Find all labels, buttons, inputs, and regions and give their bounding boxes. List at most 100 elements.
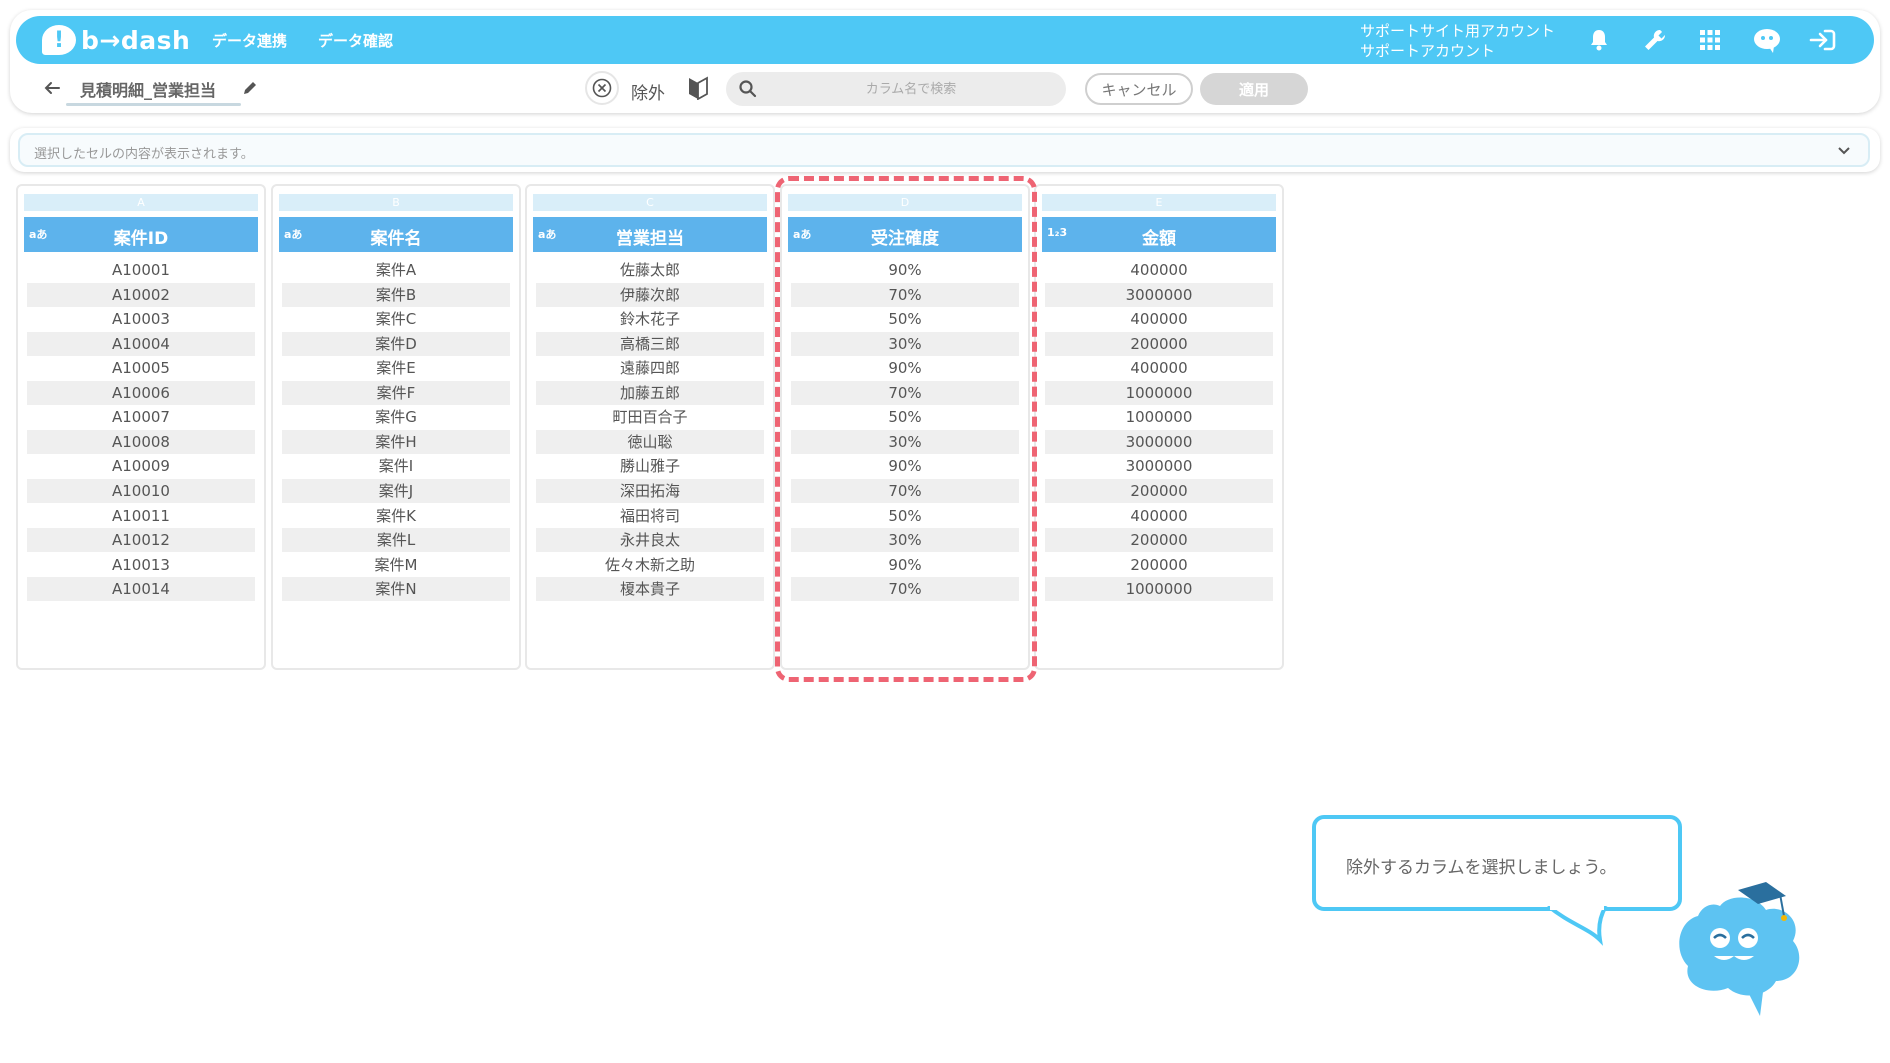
nav-data-integration[interactable]: データ連携 [212,30,287,51]
table-cell[interactable]: A10003 [27,307,255,331]
table-cell[interactable]: A10004 [27,332,255,356]
table-cell[interactable]: A10006 [27,381,255,405]
table-cell[interactable]: 70% [791,283,1019,307]
table-cell[interactable]: A10010 [27,479,255,503]
pencil-edit-icon[interactable] [238,76,262,100]
table-cell[interactable]: 50% [791,307,1019,331]
table-cell[interactable]: A10007 [27,405,255,429]
table-cell[interactable]: 30% [791,528,1019,552]
table-cell[interactable]: 深田拓海 [536,479,764,503]
nav-data-check[interactable]: データ確認 [318,30,393,51]
table-cell[interactable]: 伊藤次郎 [536,283,764,307]
column-letter[interactable]: E [1042,194,1276,211]
table-cell[interactable]: 90% [791,454,1019,478]
table-cell[interactable]: 案件A [282,258,510,282]
table-cell[interactable]: 榎本貴子 [536,577,764,601]
cancel-button[interactable]: キャンセル [1085,73,1193,105]
chat-bot-icon[interactable] [1750,23,1784,57]
table-cell[interactable]: 50% [791,405,1019,429]
table-cell[interactable]: A10013 [27,553,255,577]
table-cell[interactable]: 遠藤四郎 [536,356,764,380]
account-info[interactable]: サポートサイト用アカウント サポートアカウント [1360,21,1555,61]
table-cell[interactable]: 案件N [282,577,510,601]
column-header[interactable]: 1₂3 金額 [1042,217,1276,252]
column-letter[interactable]: B [279,194,513,211]
table-cell[interactable]: 3000000 [1045,454,1273,478]
column-letter[interactable]: A [24,194,258,211]
table-cell[interactable]: 200000 [1045,332,1273,356]
table-cell[interactable]: 50% [791,504,1019,528]
table-cell[interactable]: 案件J [282,479,510,503]
table-cell[interactable]: A10008 [27,430,255,454]
table-cell[interactable]: 1000000 [1045,381,1273,405]
table-cell[interactable]: 200000 [1045,528,1273,552]
table-cell[interactable]: 佐々木新之助 [536,553,764,577]
column-search-input[interactable] [766,72,1056,106]
column-header[interactable]: aあ 案件ID [24,217,258,252]
table-cell[interactable]: A10002 [27,283,255,307]
table-cell[interactable]: 400000 [1045,356,1273,380]
table-cell[interactable]: 案件B [282,283,510,307]
table-cell[interactable]: A10012 [27,528,255,552]
table-cell[interactable]: 案件L [282,528,510,552]
table-cell[interactable]: 90% [791,553,1019,577]
apply-button[interactable]: 適用 [1200,73,1308,105]
table-cell[interactable]: 鈴木花子 [536,307,764,331]
table-cell[interactable]: 案件I [282,454,510,478]
back-arrow-icon[interactable] [40,76,64,100]
table-cell[interactable]: A10011 [27,504,255,528]
table-cell[interactable]: 200000 [1045,479,1273,503]
table-cell[interactable]: 案件H [282,430,510,454]
table-cell[interactable]: 70% [791,381,1019,405]
table-cell[interactable]: 勝山雅子 [536,454,764,478]
wrench-icon[interactable] [1638,23,1672,57]
table-cell[interactable]: 佐藤太郎 [536,258,764,282]
table-cell[interactable]: 1000000 [1045,577,1273,601]
table-cell[interactable]: 400000 [1045,258,1273,282]
table-cell[interactable]: 案件G [282,405,510,429]
table-cell[interactable]: 1000000 [1045,405,1273,429]
table-cell[interactable]: 30% [791,430,1019,454]
table-cell[interactable]: 永井良太 [536,528,764,552]
exclude-toggle-button[interactable] [585,71,619,105]
table-cell[interactable]: 町田百合子 [536,405,764,429]
column-letter[interactable]: D [788,194,1022,211]
bell-icon[interactable] [1582,23,1616,57]
table-cell[interactable]: A10001 [27,258,255,282]
beginner-mark-icon[interactable] [688,76,712,102]
table-cell[interactable]: 福田将司 [536,504,764,528]
apps-grid-icon[interactable] [1693,23,1727,57]
table-cell[interactable]: 案件E [282,356,510,380]
table-cell[interactable]: 高橋三郎 [536,332,764,356]
column-header[interactable]: aあ 案件名 [279,217,513,252]
table-cell[interactable]: 30% [791,332,1019,356]
table-cell[interactable]: 案件M [282,553,510,577]
table-cell[interactable]: 案件D [282,332,510,356]
table-cell[interactable]: 400000 [1045,504,1273,528]
table-cell[interactable]: 400000 [1045,307,1273,331]
table-cell[interactable]: 加藤五郎 [536,381,764,405]
column-header[interactable]: aあ 営業担当 [533,217,767,252]
speech-bubble-tail [1546,906,1608,946]
table-cell[interactable]: 90% [791,356,1019,380]
chevron-down-icon[interactable] [1834,141,1854,161]
logo[interactable]: ! b→dash [42,22,190,58]
table-cell[interactable]: 案件F [282,381,510,405]
column-header[interactable]: aあ 受注確度 [788,217,1022,252]
logout-icon[interactable] [1806,23,1840,57]
table-cell[interactable]: 70% [791,577,1019,601]
cell-content-field[interactable]: 選択したセルの内容が表示されます。 [18,133,1870,167]
table-cell[interactable]: 3000000 [1045,430,1273,454]
table-cell[interactable]: 3000000 [1045,283,1273,307]
table-cell[interactable]: 案件K [282,504,510,528]
table-cell[interactable]: A10014 [27,577,255,601]
sheet-title[interactable]: 見積明細_営業担当 [80,77,216,101]
column-letter[interactable]: C [533,194,767,211]
table-cell[interactable]: A10005 [27,356,255,380]
table-cell[interactable]: 徳山聡 [536,430,764,454]
table-cell[interactable]: 70% [791,479,1019,503]
table-cell[interactable]: 案件C [282,307,510,331]
table-cell[interactable]: 200000 [1045,553,1273,577]
table-cell[interactable]: A10009 [27,454,255,478]
table-cell[interactable]: 90% [791,258,1019,282]
